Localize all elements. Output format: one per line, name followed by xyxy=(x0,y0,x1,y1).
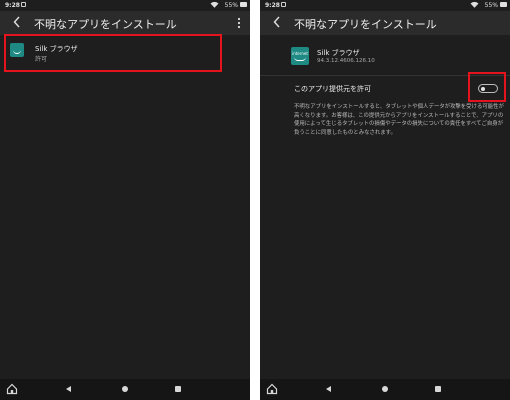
back-arrow-icon[interactable] xyxy=(272,15,282,29)
nav-bar xyxy=(0,379,250,400)
nav-home-icon[interactable] xyxy=(122,386,128,392)
nav-home-icon[interactable] xyxy=(382,386,388,392)
nav-recents-icon[interactable] xyxy=(435,386,441,392)
notification-icon xyxy=(281,2,286,7)
status-time: 9:28 xyxy=(265,2,280,9)
battery-percent: 55% xyxy=(484,2,498,9)
right-screen: 9:28 55% 不明なアプリをインストール internet Silk ブラウ… xyxy=(260,0,510,400)
allow-source-label: このアプリ提供元を許可 xyxy=(294,85,371,93)
highlight-box xyxy=(4,34,222,72)
nav-back-icon[interactable] xyxy=(66,386,71,392)
app-name: Silk ブラウザ xyxy=(317,49,360,57)
battery-percent: 55% xyxy=(224,2,238,9)
icon-word: internet xyxy=(292,51,308,56)
highlight-box xyxy=(468,72,506,102)
app-bar: 不明なアプリをインストール xyxy=(0,11,250,35)
wifi-icon xyxy=(470,1,479,8)
home-icon[interactable] xyxy=(6,383,18,395)
notification-icon xyxy=(21,2,26,7)
status-bar: 9:28 55% xyxy=(260,0,510,11)
nav-recents-icon[interactable] xyxy=(175,386,181,392)
back-arrow-icon[interactable] xyxy=(12,15,22,29)
page-title: 不明なアプリをインストール xyxy=(294,18,437,31)
left-screen: 9:28 55% 不明なアプリをインストール Silk ブラウザ 許可 xyxy=(0,0,250,400)
nav-bar xyxy=(260,379,510,400)
warning-description: 不明なアプリをインストールすると、タブレットや個人データが攻撃を受ける可能性が高… xyxy=(294,104,504,136)
silk-browser-icon: internet xyxy=(291,47,309,65)
app-bar: 不明なアプリをインストール xyxy=(260,11,510,35)
overflow-menu-icon[interactable] xyxy=(236,16,242,30)
nav-back-icon[interactable] xyxy=(326,386,331,392)
app-version: 94.3.12.4606.126.10 xyxy=(317,58,375,64)
status-time: 9:28 xyxy=(5,2,20,9)
battery-icon xyxy=(240,2,247,7)
wifi-icon xyxy=(210,1,219,8)
content-area xyxy=(0,35,250,379)
status-bar: 9:28 55% xyxy=(0,0,250,11)
page-title: 不明なアプリをインストール xyxy=(34,18,177,31)
home-icon[interactable] xyxy=(266,383,278,395)
battery-icon xyxy=(500,2,507,7)
